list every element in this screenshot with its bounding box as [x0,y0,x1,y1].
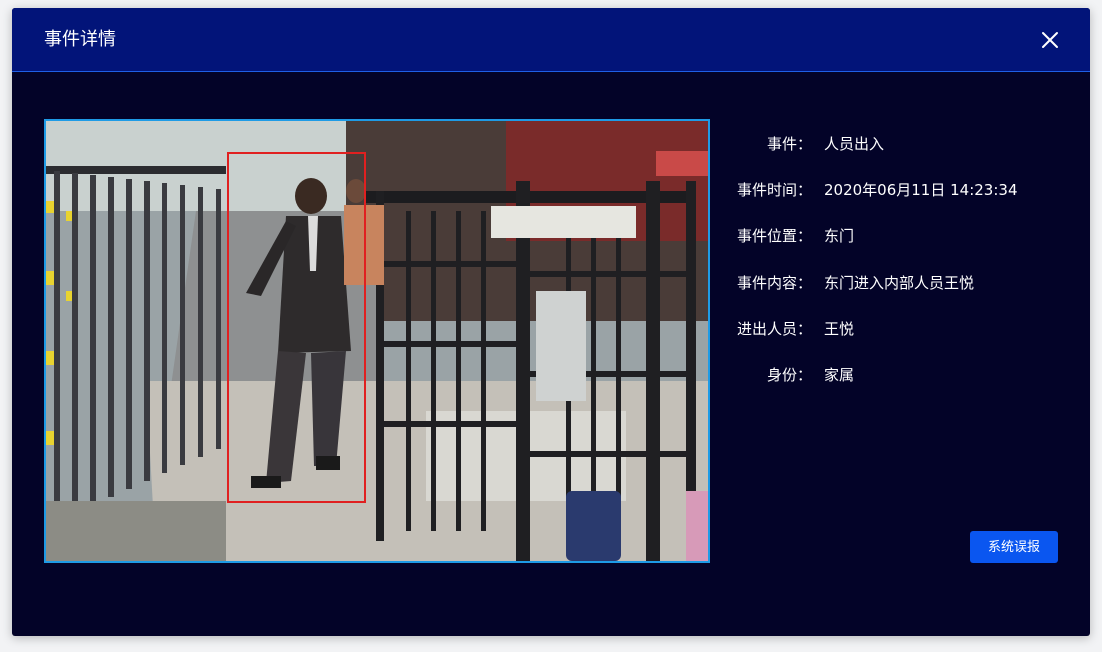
event-location-value: 东门 [824,227,855,246]
info-row-content: 事件内容： 东门进入内部人员王悦 [724,267,1064,313]
event-content-label: 事件内容： [736,273,812,292]
close-icon[interactable] [1038,28,1062,52]
event-content-value: 东门进入内部人员王悦 [824,273,975,292]
identity-value: 家属 [824,365,855,384]
event-info-panel: 事件： 人员出入 事件时间： 2020年06月11日 14:23:34 事件位置… [724,128,1064,405]
info-row-event: 事件： 人员出入 [724,128,1064,174]
false-alarm-report-button[interactable]: 系统误报 [970,531,1058,563]
info-row-location: 事件位置： 东门 [724,220,1064,266]
info-row-time: 事件时间： 2020年06月11日 14:23:34 [724,174,1064,220]
event-detail-dialog: 事件详情 事件： 人员出入 事件时间： 2020年06月11日 14:23:34… [12,8,1090,636]
event-location-label: 事件位置： [736,227,812,246]
person-value: 王悦 [824,319,855,338]
event-label: 事件： [766,135,812,153]
info-row-person: 进出人员： 王悦 [724,313,1064,359]
event-time-value: 2020年06月11日 14:23:34 [824,181,1018,200]
info-row-identity: 身份： 家属 [724,359,1064,405]
identity-label: 身份： [766,365,812,384]
event-snapshot-image [44,119,710,563]
person-label: 进出人员： [736,319,812,338]
event-time-label: 事件时间： [736,181,812,200]
event-value: 人员出入 [824,135,885,153]
dialog-title: 事件详情 [44,29,116,50]
dialog-header: 事件详情 [12,8,1090,72]
